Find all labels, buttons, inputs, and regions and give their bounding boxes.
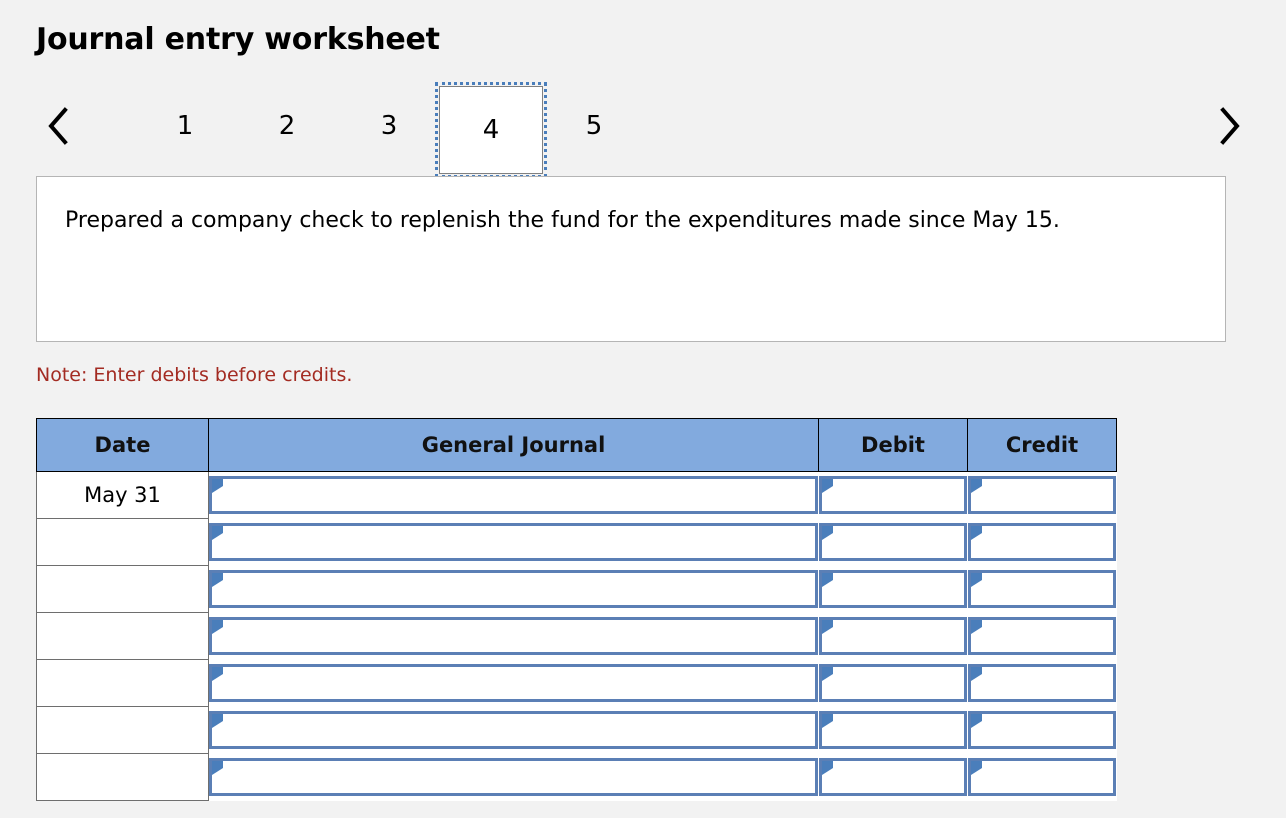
credit-cell: [967, 518, 1117, 566]
worksheet-tab-3[interactable]: 3: [338, 90, 440, 162]
dropdown-caret-icon: [970, 620, 982, 634]
credit-input-2[interactable]: [967, 523, 1116, 561]
chevron-left-icon: [45, 106, 71, 146]
credit-input-3[interactable]: [967, 570, 1116, 608]
date-cell[interactable]: [36, 659, 209, 707]
dropdown-caret-icon: [970, 761, 982, 775]
debit-input-5[interactable]: [818, 664, 967, 702]
dropdown-caret-icon: [821, 761, 833, 775]
debit-input-4[interactable]: [818, 617, 967, 655]
dropdown-caret-icon: [970, 526, 982, 540]
credit-cell: [967, 565, 1117, 613]
credit-cell: [967, 753, 1117, 801]
debit-cell: [818, 659, 968, 707]
worksheet-tab-5[interactable]: 5: [543, 90, 645, 162]
journal-entry-worksheet-page: Journal entry worksheet 1 2 3 4 5 Prepar…: [0, 0, 1286, 818]
dropdown-caret-icon: [821, 526, 833, 540]
dropdown-caret-icon: [212, 761, 223, 775]
debit-cell: [818, 471, 968, 519]
transaction-description-text: Prepared a company check to replenish th…: [65, 208, 1060, 233]
dropdown-caret-icon: [212, 526, 223, 540]
debit-input-3[interactable]: [818, 570, 967, 608]
column-header-credit: Credit: [967, 418, 1117, 472]
table-row: [36, 753, 1117, 801]
general-journal-cell: [208, 471, 819, 519]
debit-cell: [818, 518, 968, 566]
credit-input-7[interactable]: [967, 758, 1116, 796]
worksheet-tab-4[interactable]: 4: [435, 82, 547, 178]
transaction-description-box: Prepared a company check to replenish th…: [36, 176, 1226, 342]
account-select-1[interactable]: [209, 476, 818, 515]
dropdown-caret-icon: [970, 479, 982, 494]
debit-cell: [818, 706, 968, 754]
date-cell[interactable]: [36, 753, 209, 801]
credit-input-1[interactable]: [967, 476, 1116, 515]
dropdown-caret-icon: [212, 620, 223, 634]
debit-input-6[interactable]: [818, 711, 967, 749]
date-cell[interactable]: [36, 518, 209, 566]
debits-before-credits-note: Note: Enter debits before credits.: [36, 364, 353, 386]
credit-cell: [967, 612, 1117, 660]
account-select-4[interactable]: [209, 617, 818, 655]
worksheet-tab-2[interactable]: 2: [236, 90, 338, 162]
debit-cell: [818, 565, 968, 613]
table-row: [36, 659, 1117, 707]
account-select-2[interactable]: [209, 523, 818, 561]
dropdown-caret-icon: [821, 479, 833, 494]
dropdown-caret-icon: [212, 714, 223, 728]
dropdown-caret-icon: [821, 573, 833, 587]
journal-entry-table: Date General Journal Debit Credit May 31: [36, 418, 1117, 801]
date-cell[interactable]: [36, 612, 209, 660]
dropdown-caret-icon: [821, 620, 833, 634]
next-page-button[interactable]: [1208, 90, 1252, 162]
table-row: [36, 612, 1117, 660]
account-select-5[interactable]: [209, 664, 818, 702]
credit-cell: [967, 659, 1117, 707]
debit-input-7[interactable]: [818, 758, 967, 796]
credit-cell: [967, 471, 1117, 519]
table-row: May 31: [36, 471, 1117, 519]
dropdown-caret-icon: [970, 667, 982, 681]
dropdown-caret-icon: [970, 573, 982, 587]
column-header-general-journal: General Journal: [208, 418, 819, 472]
dropdown-caret-icon: [212, 479, 223, 494]
general-journal-cell: [208, 753, 819, 801]
debit-cell: [818, 753, 968, 801]
date-cell[interactable]: May 31: [36, 471, 209, 519]
general-journal-cell: [208, 612, 819, 660]
debit-cell: [818, 612, 968, 660]
general-journal-cell: [208, 565, 819, 613]
column-header-date: Date: [36, 418, 209, 472]
debit-input-1[interactable]: [818, 476, 967, 515]
dropdown-caret-icon: [212, 573, 223, 587]
general-journal-cell: [208, 659, 819, 707]
general-journal-cell: [208, 518, 819, 566]
credit-input-4[interactable]: [967, 617, 1116, 655]
account-select-3[interactable]: [209, 570, 818, 608]
credit-input-6[interactable]: [967, 711, 1116, 749]
chevron-right-icon: [1217, 106, 1243, 146]
credit-cell: [967, 706, 1117, 754]
table-header-row: Date General Journal Debit Credit: [36, 418, 1117, 472]
table-row: [36, 518, 1117, 566]
dropdown-caret-icon: [970, 714, 982, 728]
dropdown-caret-icon: [821, 667, 833, 681]
table-row: [36, 706, 1117, 754]
dropdown-caret-icon: [821, 714, 833, 728]
dropdown-caret-icon: [212, 667, 223, 681]
date-cell[interactable]: [36, 706, 209, 754]
general-journal-cell: [208, 706, 819, 754]
account-select-6[interactable]: [209, 711, 818, 749]
worksheet-pager: 1 2 3 4 5: [30, 82, 1256, 180]
account-select-7[interactable]: [209, 758, 818, 796]
credit-input-5[interactable]: [967, 664, 1116, 702]
date-cell[interactable]: [36, 565, 209, 613]
table-row: [36, 565, 1117, 613]
column-header-debit: Debit: [818, 418, 968, 472]
page-title: Journal entry worksheet: [36, 22, 440, 57]
worksheet-tab-1[interactable]: 1: [134, 90, 236, 162]
previous-page-button[interactable]: [36, 90, 80, 162]
debit-input-2[interactable]: [818, 523, 967, 561]
